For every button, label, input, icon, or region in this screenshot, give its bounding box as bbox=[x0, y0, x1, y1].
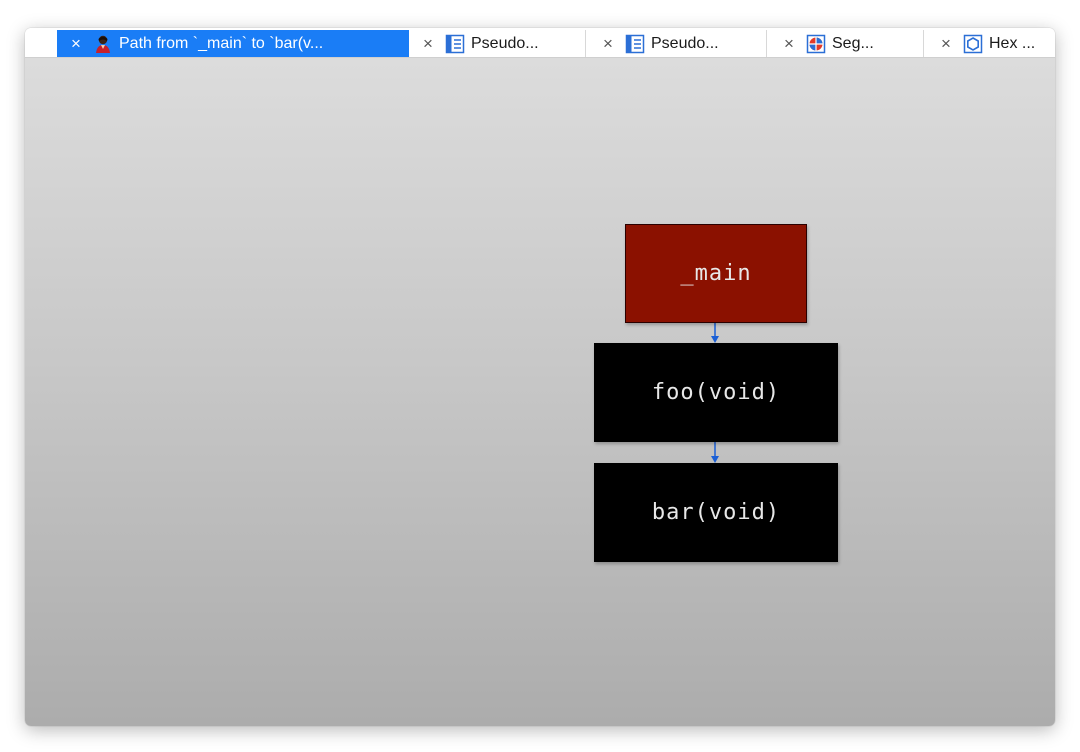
tab-separator bbox=[923, 30, 924, 57]
node-label: foo(void) bbox=[651, 380, 781, 405]
edge-foo-to-bar bbox=[711, 442, 719, 463]
graph-edges bbox=[711, 323, 719, 463]
graph-node-main[interactable]: _main bbox=[625, 224, 807, 323]
node-label: _main bbox=[680, 261, 752, 286]
tab-label: Path from `_main` to `bar(v... bbox=[119, 34, 324, 52]
tab-label: Seg... bbox=[832, 34, 874, 52]
segments-icon bbox=[806, 34, 826, 54]
node-label: bar(void) bbox=[651, 500, 781, 525]
person-icon bbox=[93, 34, 113, 54]
graph-window: × Path from `_main` to `bar(v... × Pseud… bbox=[25, 28, 1055, 726]
edge-main-to-foo bbox=[711, 323, 719, 343]
tab-bar: × Path from `_main` to `bar(v... × Pseud… bbox=[25, 28, 1055, 58]
tab-label: Hex ... bbox=[989, 34, 1036, 52]
close-icon[interactable]: × bbox=[419, 35, 437, 52]
tab-label: Pseudo... bbox=[471, 34, 539, 52]
tab-segments[interactable]: × Seg... bbox=[770, 30, 922, 57]
close-icon[interactable]: × bbox=[937, 35, 955, 52]
pseudocode-icon bbox=[625, 34, 645, 54]
tab-path-graph[interactable]: × Path from `_main` to `bar(v... bbox=[57, 30, 409, 57]
tab-separator bbox=[766, 30, 767, 57]
tab-label: Pseudo... bbox=[651, 34, 719, 52]
tab-pseudocode-1[interactable]: × Pseudo... bbox=[409, 30, 585, 57]
tab-pseudocode-2[interactable]: × Pseudo... bbox=[589, 30, 765, 57]
close-icon[interactable]: × bbox=[67, 35, 85, 52]
graph-canvas[interactable]: _main foo(void) bar(void) bbox=[25, 58, 1055, 726]
graph-node-bar[interactable]: bar(void) bbox=[594, 463, 838, 562]
close-icon[interactable]: × bbox=[780, 35, 798, 52]
pseudocode-icon bbox=[445, 34, 465, 54]
graph-node-foo[interactable]: foo(void) bbox=[594, 343, 838, 442]
tab-separator bbox=[585, 30, 586, 57]
hex-view-icon bbox=[963, 34, 983, 54]
close-icon[interactable]: × bbox=[599, 35, 617, 52]
tab-hex-view[interactable]: × Hex ... bbox=[927, 30, 1055, 57]
